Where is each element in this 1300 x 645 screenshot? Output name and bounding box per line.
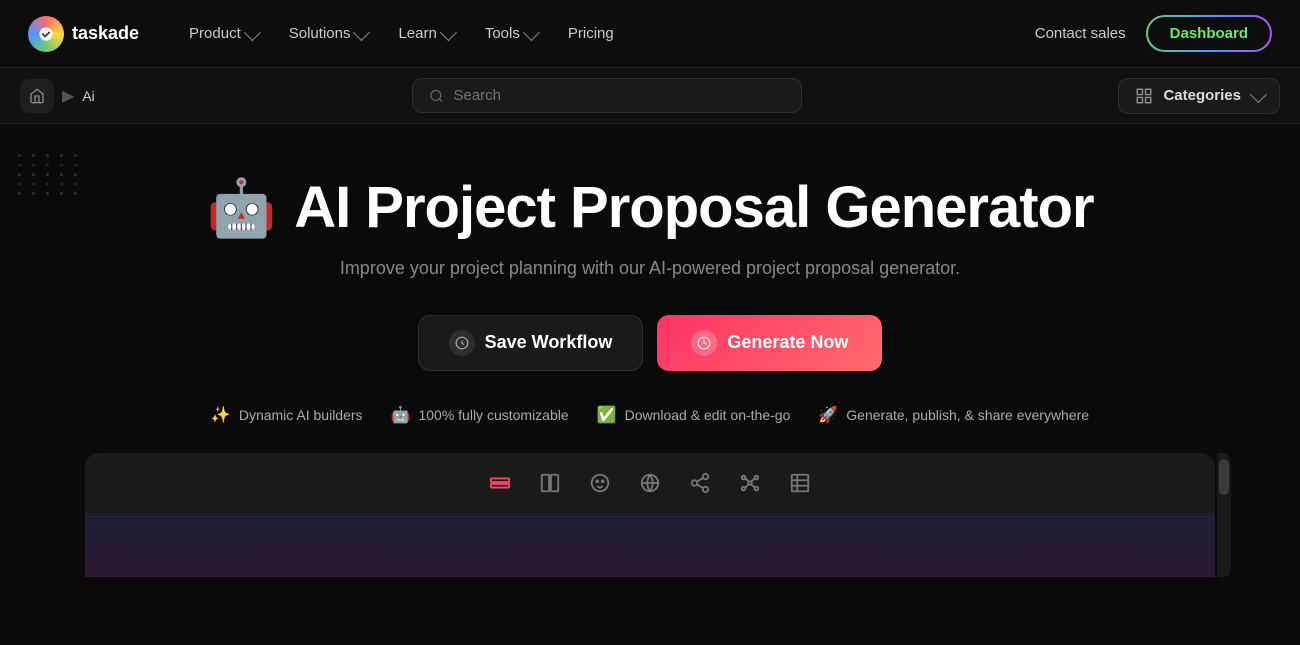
scrollbar-thumb [1219,459,1229,495]
save-icon [449,330,475,356]
chevron-down-icon [523,24,540,41]
nav-item-pricing[interactable]: Pricing [554,17,628,50]
chevron-down-icon [440,24,457,41]
nav-item-tools[interactable]: Tools [471,17,550,50]
search-bar[interactable] [412,78,802,113]
robot-emoji: 🤖 [206,180,276,236]
nav-right: Contact sales Dashboard [1035,15,1272,52]
page-title: AI Project Proposal Generator [294,176,1093,240]
dashboard-button[interactable]: Dashboard [1146,15,1272,52]
main-nav: taskade Product Solutions Learn Tools Pr… [0,0,1300,68]
logo-text: taskade [72,23,139,44]
hero-subtitle: Improve your project planning with our A… [340,258,960,279]
toolbar-preview [85,453,1215,513]
logo[interactable]: taskade [28,16,139,52]
decorative-dots [18,154,81,195]
rocket-icon: 🚀 [818,405,838,425]
breadcrumb-bar: ▶ Ai Categories [0,68,1300,124]
toolbar-table-icon[interactable] [784,467,816,499]
breadcrumb-separator: ▶ [62,86,74,106]
check-icon: ✅ [597,405,617,425]
toolbar-globe-icon[interactable] [634,467,666,499]
breadcrumb: ▶ Ai [20,79,95,113]
categories-button[interactable]: Categories [1118,78,1280,114]
sparkle-icon: ✨ [211,405,231,425]
toolbar-nodes-icon[interactable] [734,467,766,499]
categories-label: Categories [1163,87,1241,104]
logo-icon [28,16,64,52]
nav-links: Product Solutions Learn Tools Pricing [175,17,1035,50]
contact-sales-link[interactable]: Contact sales [1035,25,1126,42]
toolbar-share-icon[interactable] [684,467,716,499]
toolbar-content-preview [85,513,1215,577]
features-row: ✨ Dynamic AI builders 🤖 100% fully custo… [211,405,1089,425]
search-icon [429,88,444,104]
chevron-down-icon [244,24,261,41]
feature-dynamic-ai: ✨ Dynamic AI builders [211,405,363,425]
search-input[interactable] [453,87,784,104]
toolbar-icons [484,467,816,499]
cta-buttons: Save Workflow Generate Now [418,315,883,371]
toolbar-preview-container [85,453,1215,577]
chevron-down-icon [1250,86,1267,103]
toolbar-columns-icon[interactable] [534,467,566,499]
feature-download: ✅ Download & edit on-the-go [597,405,791,425]
nav-item-product[interactable]: Product [175,17,271,50]
scrollbar[interactable] [1217,453,1231,577]
nav-item-learn[interactable]: Learn [384,17,466,50]
toolbar-layers-icon[interactable] [484,467,516,499]
generate-icon [691,330,717,356]
chevron-down-icon [353,24,370,41]
robot-icon: 🤖 [391,405,411,425]
save-workflow-button[interactable]: Save Workflow [418,315,644,371]
main-content: 🤖 AI Project Proposal Generator Improve … [0,124,1300,607]
toolbar-face-icon[interactable] [584,467,616,499]
generate-now-button[interactable]: Generate Now [657,315,882,371]
feature-customizable: 🤖 100% fully customizable [391,405,569,425]
nav-item-solutions[interactable]: Solutions [275,17,381,50]
breadcrumb-current: Ai [82,88,94,104]
categories-icon [1135,87,1153,105]
home-button[interactable] [20,79,54,113]
hero-title-row: 🤖 AI Project Proposal Generator [206,176,1093,240]
feature-share: 🚀 Generate, publish, & share everywhere [818,405,1089,425]
